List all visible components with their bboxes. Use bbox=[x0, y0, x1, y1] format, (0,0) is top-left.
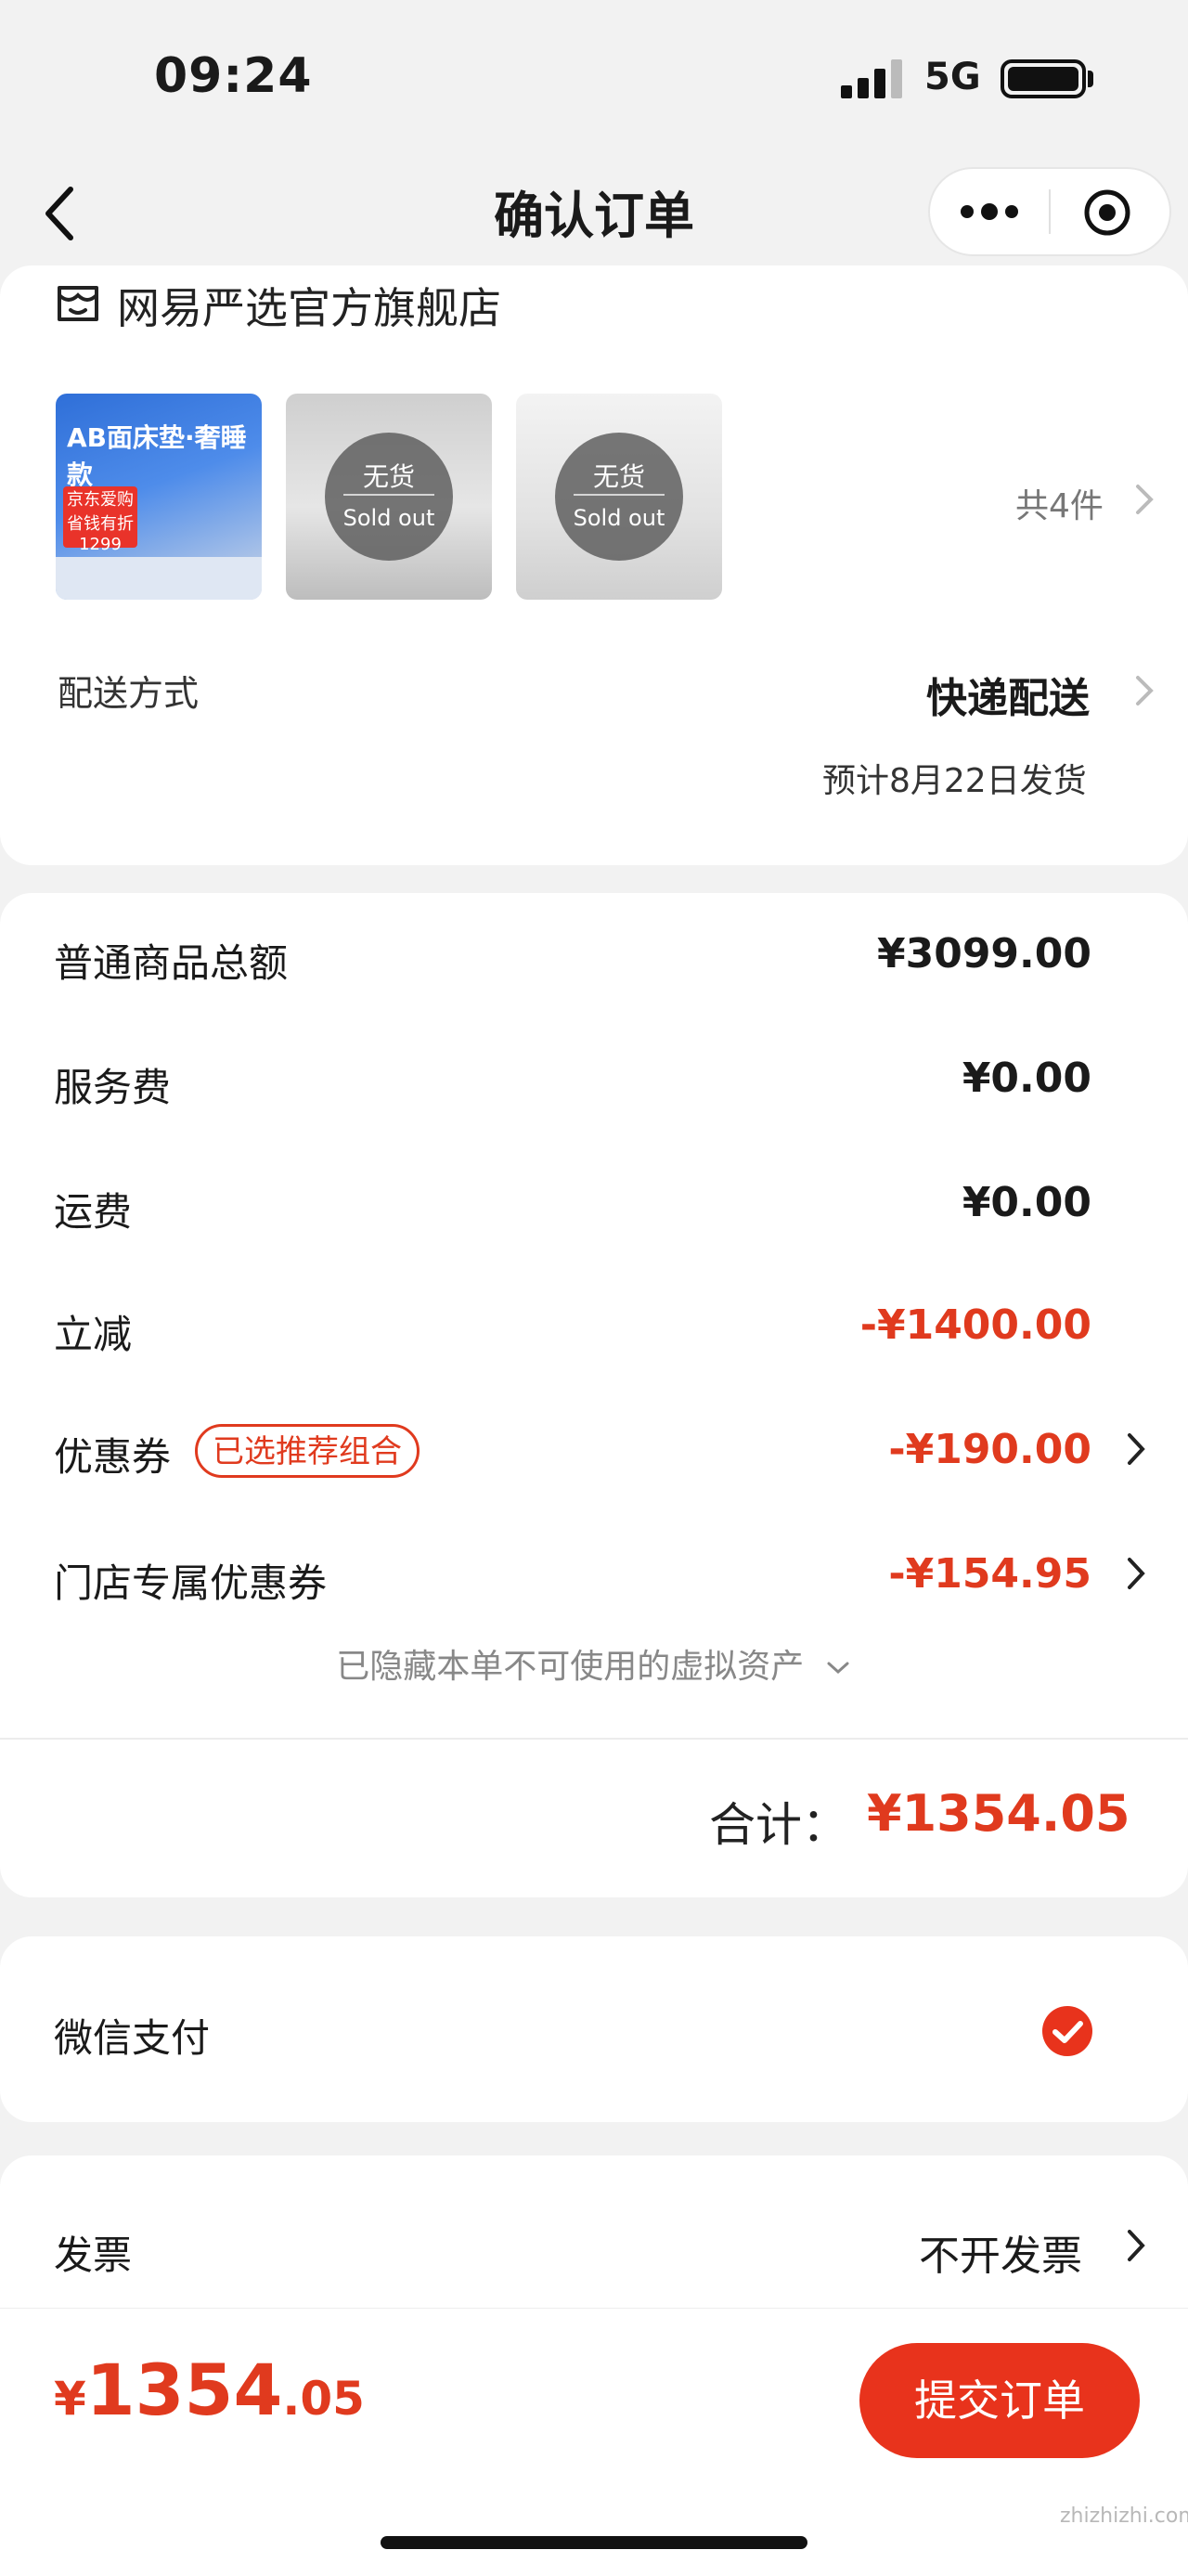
goods-total-label: 普通商品总额 bbox=[54, 940, 289, 986]
divider bbox=[0, 1738, 1188, 1740]
total-value: ¥1354.05 bbox=[867, 1784, 1130, 1843]
battery-cap bbox=[1088, 71, 1093, 87]
watermark: zhizhizhi.com bbox=[1060, 2505, 1188, 2528]
store-name[interactable]: 网易严选官方旗舰店 bbox=[117, 275, 501, 336]
store-coupon-label: 门店专属优惠券 bbox=[54, 1560, 328, 1606]
discount-value: -¥1400.00 bbox=[859, 1301, 1091, 1349]
chevron-right-icon[interactable] bbox=[1125, 1554, 1147, 1593]
soldout-cn: 无货 bbox=[362, 461, 415, 492]
store-coupon-value[interactable]: -¥154.95 bbox=[888, 1550, 1091, 1598]
service-fee-value: ¥0.00 bbox=[962, 1055, 1091, 1102]
coupon-value[interactable]: -¥190.00 bbox=[888, 1426, 1091, 1473]
signal-icon bbox=[841, 59, 902, 98]
hidden-assets-text: 已隐藏本单不可使用的虚拟资产 bbox=[336, 1648, 805, 1686]
network-label: 5G bbox=[924, 56, 981, 98]
home-indicator[interactable] bbox=[381, 2536, 807, 2549]
soldout-en: Sold out bbox=[342, 505, 435, 531]
payment-method-label[interactable]: 微信支付 bbox=[54, 2007, 210, 2064]
bottom-total-price: ¥1354.05 bbox=[54, 2349, 365, 2431]
coupon-label: 优惠券 bbox=[54, 1434, 172, 1480]
thumb-title: AB面床垫·奢睡款 bbox=[67, 422, 247, 490]
item-count[interactable]: 共4件 bbox=[1015, 479, 1104, 527]
chevron-right-icon[interactable] bbox=[1132, 672, 1156, 709]
chevron-down-icon bbox=[827, 1662, 849, 1675]
product-thumb-pillow[interactable]: 无货 Sold out bbox=[286, 394, 492, 600]
close-target-icon[interactable] bbox=[1082, 188, 1132, 238]
service-fee-label: 服务费 bbox=[54, 1065, 172, 1110]
invoice-label: 发票 bbox=[54, 2233, 133, 2278]
price-integer: 1354 bbox=[85, 2349, 283, 2431]
ship-date: 预计8月22日发货 bbox=[822, 762, 1087, 800]
delivery-value[interactable]: 快递配送 bbox=[926, 665, 1090, 724]
battery-icon bbox=[1001, 59, 1086, 98]
chevron-right-icon[interactable] bbox=[1125, 2226, 1147, 2265]
thumb-badge: 京东爱购 省钱有折 1299 bbox=[63, 486, 137, 554]
shipping-value: ¥0.00 bbox=[962, 1179, 1091, 1226]
product-thumb-mattress[interactable]: AB面床垫·奢睡款 京东爱购 省钱有折 1299 bbox=[56, 394, 262, 600]
store-icon bbox=[58, 286, 98, 321]
status-time: 09:24 bbox=[154, 48, 313, 104]
checked-icon[interactable] bbox=[1041, 2005, 1093, 2057]
thumb-strip bbox=[56, 557, 262, 600]
hidden-assets-note[interactable]: 已隐藏本单不可使用的虚拟资产 bbox=[0, 1639, 1188, 1688]
submit-order-button[interactable]: 提交订单 bbox=[859, 2343, 1140, 2458]
soldout-badge: 无货 Sold out bbox=[325, 433, 453, 561]
currency-symbol: ¥ bbox=[54, 2372, 86, 2426]
delivery-label: 配送方式 bbox=[58, 673, 200, 714]
soldout-cn: 无货 bbox=[592, 461, 645, 492]
chevron-right-icon[interactable] bbox=[1132, 481, 1156, 518]
soldout-en: Sold out bbox=[573, 505, 665, 531]
capsule-divider bbox=[1049, 189, 1051, 234]
discount-label: 立减 bbox=[54, 1312, 133, 1357]
total-label: 合计： bbox=[709, 1798, 848, 1852]
soldout-badge: 无货 Sold out bbox=[555, 433, 683, 561]
price-decimal: .05 bbox=[282, 2372, 365, 2426]
coupon-tag[interactable]: 已选推荐组合 bbox=[195, 1424, 420, 1478]
chevron-right-icon[interactable] bbox=[1125, 1430, 1147, 1469]
shipping-label: 运费 bbox=[54, 1189, 133, 1235]
product-thumb-protector[interactable]: 无货 Sold out bbox=[516, 394, 722, 600]
goods-total-value: ¥3099.00 bbox=[876, 930, 1091, 977]
fee-card bbox=[0, 893, 1188, 1897]
more-icon[interactable] bbox=[956, 193, 1023, 230]
invoice-value[interactable]: 不开发票 bbox=[919, 2222, 1082, 2282]
